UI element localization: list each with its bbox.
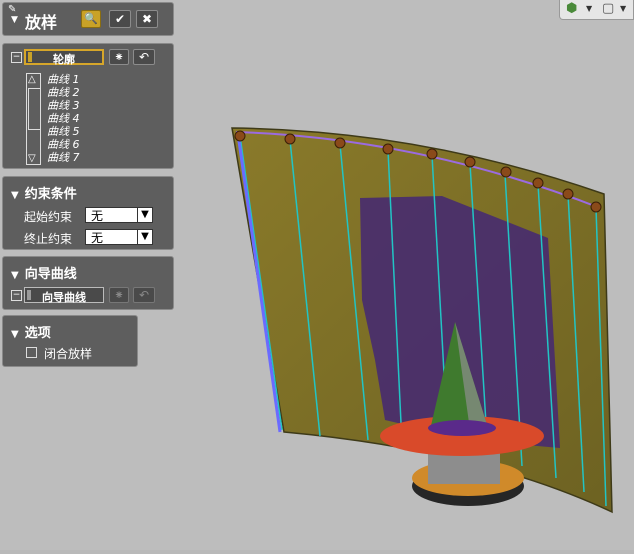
section-title: 约束条件 <box>24 187 77 202</box>
scroll-thumb[interactable] <box>28 88 41 130</box>
chevron-down-icon: ▼ <box>137 208 152 222</box>
pin-icon[interactable]: ✎ <box>8 4 16 15</box>
curve-list-scrollbar[interactable]: △ ▽ <box>26 73 41 165</box>
check-icon: ✔ <box>114 12 126 26</box>
cube-icon[interactable]: ⬢ <box>566 1 577 16</box>
undo-button[interactable]: ↶ <box>133 49 155 65</box>
section-title: 向导曲线 <box>24 267 77 282</box>
chevron-down-icon: ▼ <box>137 230 152 244</box>
end-constraint-value: 无 <box>91 231 104 245</box>
view-cube-icon[interactable]: ▢ <box>602 1 614 16</box>
start-constraint-value: 无 <box>91 209 104 223</box>
collapse-icon: ▼ <box>11 190 19 201</box>
options-panel: ▼ 选项 闭合放样 <box>2 315 138 367</box>
profile-field-label: 轮廓 <box>53 53 75 66</box>
end-constraint-label: 终止约束 <box>24 232 73 246</box>
page-title: 放样 <box>25 13 58 32</box>
closed-loft-label: 闭合放样 <box>44 347 93 361</box>
closed-loft-checkbox[interactable] <box>26 347 37 358</box>
scroll-up-icon[interactable]: △ <box>28 74 36 85</box>
constraints-panel: ▼ 约束条件 起始约束 无 ▼ 终止约束 无 ▼ <box>2 176 174 250</box>
section-title: 选项 <box>24 326 51 341</box>
asterisk-icon: ⁕ <box>113 50 125 64</box>
start-constraint-label: 起始约束 <box>24 210 73 224</box>
confirm-button[interactable]: ✔ <box>109 10 131 28</box>
section-header[interactable]: ▼ 约束条件 <box>11 183 77 202</box>
undo-button-disabled: ↶ <box>133 287 155 303</box>
collapse-icon: ▼ <box>11 270 19 281</box>
guide-curves-panel: ▼ 向导曲线 − 向导曲线 ⁕ ↶ <box>2 256 174 310</box>
section-header[interactable]: ▼ 选项 <box>11 322 51 341</box>
tree-collapse-icon[interactable]: − <box>11 52 22 63</box>
view-toolbar: ⬢ ▼ ▢ ▼ <box>559 0 634 20</box>
list-item[interactable]: 曲线 3 <box>47 99 80 112</box>
asterisk-button[interactable]: ⁕ <box>109 49 129 65</box>
profile-field[interactable]: 轮廓 <box>24 49 104 66</box>
cancel-button[interactable]: ✖ <box>136 10 158 28</box>
list-item[interactable]: 曲线 4 <box>47 112 80 125</box>
loft-header-panel: ✎ ▼ 放样 🔍 ✔ ✖ <box>2 2 174 36</box>
asterisk-icon: ⁕ <box>113 288 125 302</box>
profile-panel: − 轮廓 ⁕ ↶ △ ▽ 曲线 1 曲线 2 曲线 3 曲线 4 曲线 5 曲线… <box>2 43 174 169</box>
guide-curve-field[interactable]: 向导曲线 <box>24 287 104 304</box>
list-item[interactable]: 曲线 7 <box>47 151 80 164</box>
filter-button[interactable]: 🔍 <box>81 10 101 28</box>
filter-icon: 🔍 <box>84 12 98 25</box>
close-icon: ✖ <box>141 12 153 26</box>
section-header[interactable]: ▼ 向导曲线 <box>11 263 77 282</box>
start-constraint-select[interactable]: 无 ▼ <box>85 207 153 223</box>
list-item[interactable]: 曲线 5 <box>47 125 80 138</box>
undo-icon: ↶ <box>138 288 150 302</box>
scroll-down-icon[interactable]: ▽ <box>28 153 36 164</box>
collapse-icon: ▼ <box>11 329 19 340</box>
list-item[interactable]: 曲线 2 <box>47 86 80 99</box>
asterisk-button-disabled: ⁕ <box>109 287 129 303</box>
list-item[interactable]: 曲线 1 <box>47 73 80 86</box>
undo-icon: ↶ <box>138 50 150 64</box>
list-item[interactable]: 曲线 6 <box>47 138 80 151</box>
chevron-down-icon[interactable]: ▼ <box>620 4 626 13</box>
collapse-icon[interactable]: ▼ <box>11 15 18 25</box>
guide-field-label: 向导曲线 <box>42 291 86 304</box>
end-constraint-select[interactable]: 无 ▼ <box>85 229 153 245</box>
chevron-down-icon[interactable]: ▼ <box>586 4 592 13</box>
tree-collapse-icon[interactable]: − <box>11 290 22 301</box>
